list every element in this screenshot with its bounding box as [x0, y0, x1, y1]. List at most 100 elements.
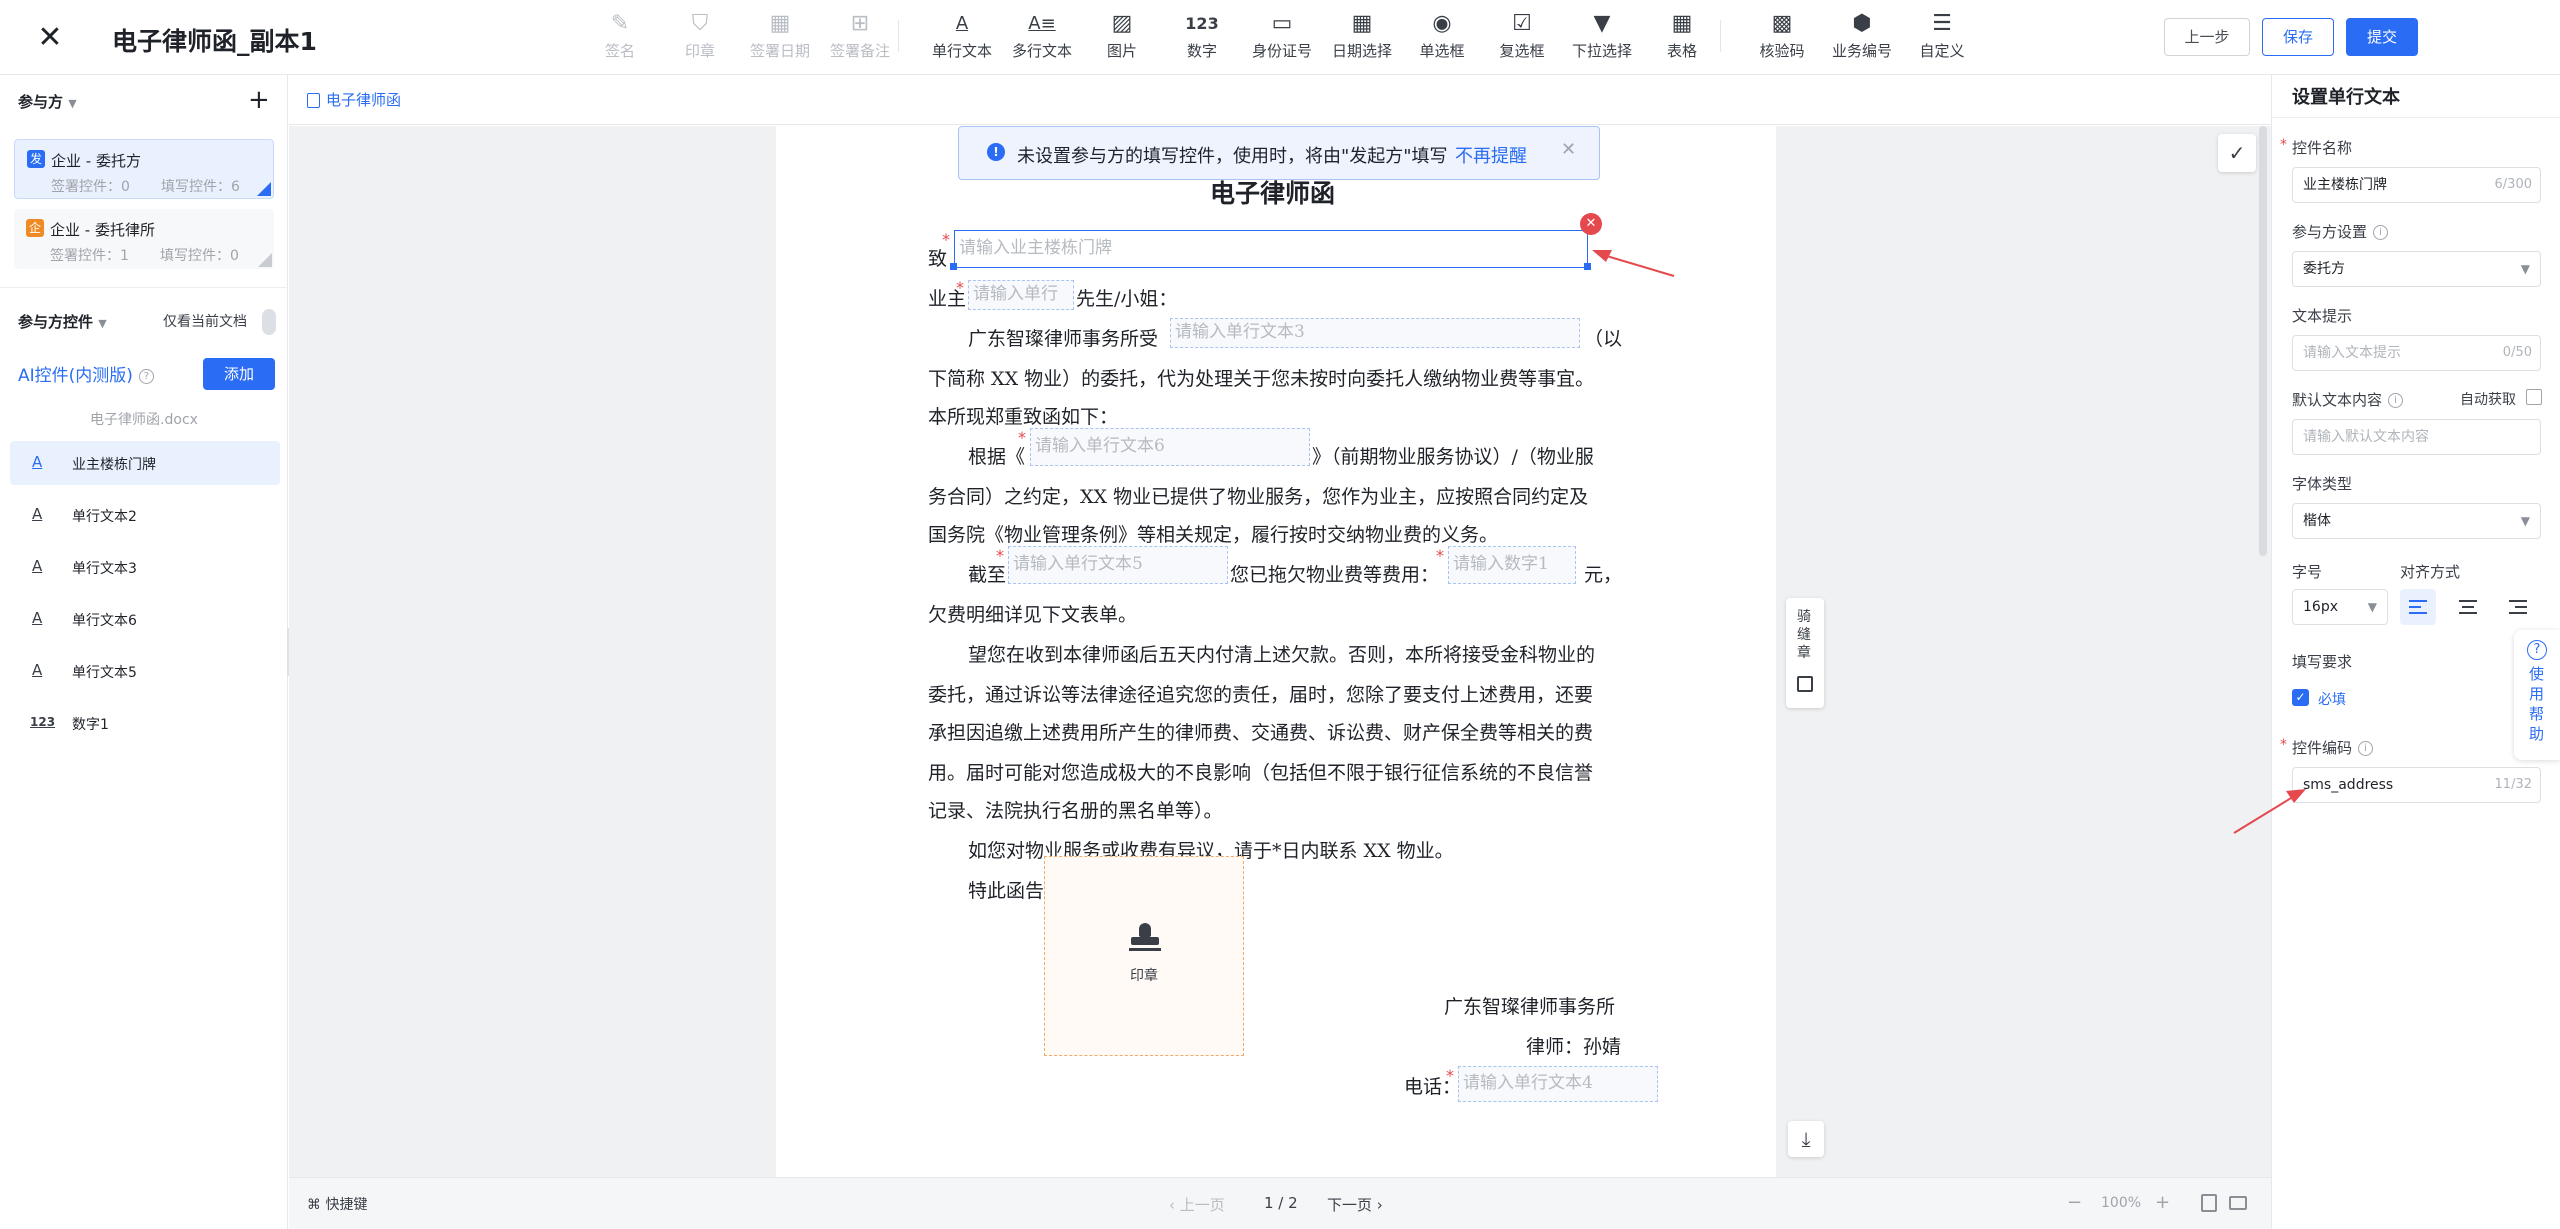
para4-text: 望您在收到本律师函后五天内付清上述欠款。否则，本所将接受金科物业的: [968, 644, 1596, 666]
hint-input[interactable]: 请输入文本提示 0/50: [2292, 335, 2541, 371]
hint-placeholder: 请输入文本提示: [2303, 345, 2401, 361]
file-name: 电子律师函.docx: [90, 412, 198, 428]
tool-stamp[interactable]: ⛉ 印章: [658, 10, 742, 66]
party-setting-text: 参与方设置: [2292, 223, 2368, 241]
align-right-icon[interactable]: [2500, 589, 2536, 625]
tool-calendar[interactable]: ▦ 签署日期: [738, 10, 822, 66]
scrollbar[interactable]: [2259, 126, 2267, 556]
only-current-doc-toggle[interactable]: [262, 309, 276, 335]
resize-handle[interactable]: [950, 263, 957, 270]
prev-step-button[interactable]: 上一步: [2164, 18, 2250, 56]
tool-table[interactable]: ▦ 表格: [1640, 10, 1724, 66]
field-text6[interactable]: 请输入单行文本6: [1030, 428, 1310, 466]
tool-qr-code[interactable]: ▩ 核验码: [1740, 10, 1824, 66]
tool-text-a[interactable]: A 单行文本: [920, 10, 1004, 66]
party-item-lawfirm[interactable]: 企 企业 - 委托律所 签署控件：1 填写控件：0: [14, 209, 274, 269]
auto-fetch-checkbox[interactable]: [2526, 389, 2542, 405]
tool-pen[interactable]: ✎ 签名: [578, 10, 662, 66]
required-star: *: [1436, 546, 1444, 565]
number-123-icon: 123: [30, 715, 56, 729]
tool-checkbox[interactable]: ☑ 复选框: [1480, 10, 1564, 66]
next-page-button[interactable]: 下一页 ›: [1327, 1194, 1383, 1215]
firm-name: 广东智璨律师事务所: [1444, 996, 1616, 1018]
seal-tool-icon: [1797, 676, 1813, 692]
tool-label: 身份证号: [1251, 42, 1312, 60]
tool-label: 单行文本: [931, 42, 992, 60]
close-notice-icon[interactable]: ✕: [1561, 139, 1576, 160]
control-list-label: 数字1: [72, 717, 109, 733]
control-list-item[interactable]: A 单行文本3: [10, 545, 280, 589]
tool-sliders[interactable]: ☰ 自定义: [1900, 10, 1984, 66]
field-text5[interactable]: 请输入单行文本5: [1008, 546, 1228, 584]
control-list-label: 业主楼栋门牌: [72, 457, 156, 473]
prev-page-button[interactable]: ‹ 上一页: [1169, 1194, 1225, 1215]
tool-label: 单选框: [1419, 42, 1465, 60]
ai-controls-text: AI控件(内测版): [18, 366, 133, 386]
tool-date-picker[interactable]: ▦ 日期选择: [1320, 10, 1404, 66]
add-party-icon[interactable]: +: [248, 85, 270, 115]
add-ai-control-button[interactable]: 添加: [203, 358, 275, 390]
required-checkbox[interactable]: ✓: [2292, 689, 2309, 706]
tool-note-plus[interactable]: ⊞ 签署备注: [818, 10, 902, 66]
align-left-icon[interactable]: [2400, 589, 2436, 625]
tool-dropdown[interactable]: ▼ 下拉选择: [1560, 10, 1644, 66]
delete-field-icon[interactable]: ✕: [1580, 213, 1602, 235]
field-text2[interactable]: 请输入单行: [968, 280, 1074, 310]
control-code-input[interactable]: sms_address 11/32: [2292, 767, 2541, 803]
party-select[interactable]: 委托方 ▼: [2292, 251, 2541, 287]
fit-width-icon[interactable]: [2229, 1196, 2247, 1210]
notice-text: 未设置参与方的填写控件，使用时，将由"发起方"填写: [1017, 146, 1448, 167]
tool-tag[interactable]: ⬢ 业务编号: [1820, 10, 1904, 66]
control-name-input[interactable]: 业主楼栋门牌 6/300: [2292, 167, 2541, 203]
font-size-select[interactable]: 16px ▼: [2292, 589, 2388, 625]
tool-id-card[interactable]: ▭ 身份证号: [1240, 10, 1324, 66]
field-text4[interactable]: 请输入单行文本4: [1458, 1066, 1658, 1102]
dont-remind-link[interactable]: 不再提醒: [1455, 142, 1527, 168]
shortcuts-button[interactable]: ⌘ 快捷键: [307, 1194, 367, 1214]
field-text3[interactable]: 请输入单行文本3: [1170, 318, 1580, 348]
seal-label: 印章: [1130, 968, 1158, 984]
info-icon: i: [2388, 393, 2404, 408]
submit-button[interactable]: 提交: [2346, 18, 2418, 56]
help-button[interactable]: ? 使用帮助: [2514, 630, 2560, 760]
control-list-label: 单行文本5: [72, 665, 137, 681]
only-current-doc-label: 仅看当前文档: [163, 314, 247, 330]
tool-number-123[interactable]: 123 数字: [1160, 10, 1244, 66]
control-list-item[interactable]: A 单行文本2: [10, 493, 280, 537]
tool-label: 业务编号: [1831, 42, 1892, 60]
tab-document[interactable]: 电子律师函: [307, 89, 401, 110]
seal-field[interactable]: 印章: [1044, 856, 1244, 1056]
name-label: 控件名称: [2292, 139, 2353, 157]
zoom-out-icon[interactable]: −: [2067, 1192, 2082, 1213]
selected-corner-icon: [257, 182, 271, 196]
field-number1[interactable]: 请输入数字1: [1448, 546, 1576, 584]
field-owner-address[interactable]: 请输入业主楼栋门牌: [954, 230, 1588, 268]
download-icon[interactable]: ⤓: [1788, 1121, 1824, 1157]
table-icon: ▦: [1671, 11, 1693, 36]
control-list-item[interactable]: A 单行文本6: [10, 597, 280, 641]
required-star: *: [2280, 737, 2287, 753]
party-item-client[interactable]: 发 企业 - 委托方 签署控件：0 填写控件：6: [14, 139, 274, 199]
control-list-item[interactable]: A 单行文本5: [10, 649, 280, 693]
tool-radio[interactable]: ◉ 单选框: [1400, 10, 1484, 66]
tool-multi-text[interactable]: A≡ 多行文本: [1000, 10, 1084, 66]
fit-page-icon[interactable]: [2201, 1194, 2217, 1212]
control-list-item[interactable]: 123 数字1: [10, 701, 280, 745]
controls-title[interactable]: 参与方控件 ▼: [18, 311, 107, 332]
zoom-in-icon[interactable]: +: [2155, 1192, 2170, 1213]
check-circle-icon[interactable]: ✓: [2218, 134, 2256, 172]
default-text-input[interactable]: 请输入默认文本内容: [2292, 419, 2541, 455]
stamp-icon: ⛉: [691, 11, 709, 36]
tool-image[interactable]: ▨ 图片: [1080, 10, 1164, 66]
panel-title: 设置单行文本: [2292, 87, 2400, 108]
perforation-seal-tool[interactable]: 骑缝章: [1786, 598, 1824, 708]
parties-title[interactable]: 参与方 ▼: [18, 91, 77, 112]
help-label: 使用帮助: [2529, 665, 2545, 743]
align-center-icon[interactable]: [2450, 589, 2486, 625]
calendar-icon: ▦: [769, 11, 791, 36]
save-button[interactable]: 保存: [2262, 18, 2334, 56]
control-list-item[interactable]: A 业主楼栋门牌: [10, 441, 280, 485]
font-type-select[interactable]: 楷体 ▼: [2292, 503, 2541, 539]
close-icon[interactable]: ✕: [32, 20, 68, 56]
annotation-arrow-icon: [2233, 789, 2306, 834]
